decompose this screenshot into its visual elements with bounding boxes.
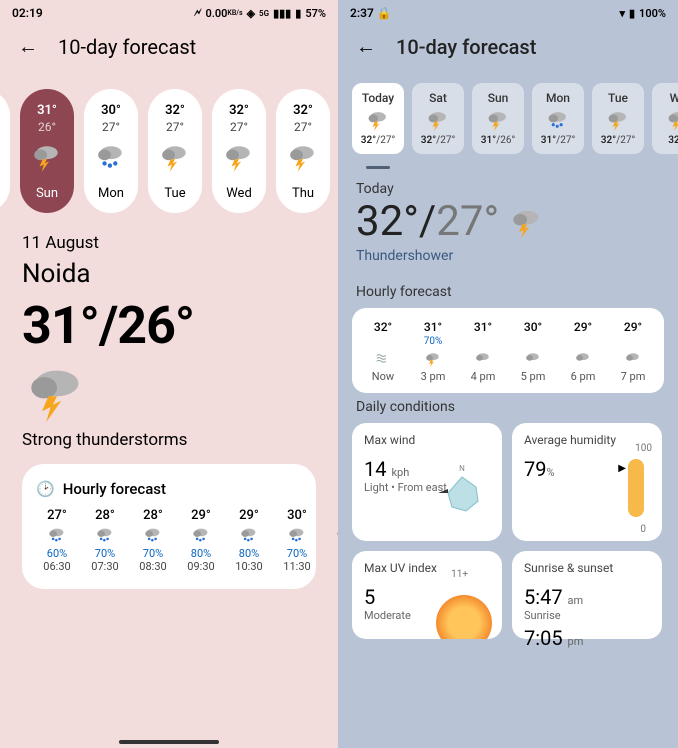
day-pill[interactable]: 32° 27° Thu xyxy=(276,89,330,213)
big-condition-icon xyxy=(509,206,545,238)
page-title: 10-day forecast xyxy=(58,35,196,59)
hour-column: 30° 70% 11:30 xyxy=(276,508,318,573)
max-wind-card[interactable]: Max wind 14 kph Light • From east N xyxy=(352,423,502,541)
day-card[interactable]: Sun 31°/26° xyxy=(472,83,524,154)
big-condition-icon xyxy=(0,362,338,430)
hour-column: 32° Now xyxy=(358,320,408,383)
hour-column: 31° 4 pm xyxy=(458,320,508,383)
day-pill[interactable]: 30° 27° Mon xyxy=(84,89,138,213)
clock-icon: 🕑 xyxy=(36,480,55,498)
day-pill[interactable]: 31° 26° Sun xyxy=(20,89,74,213)
hour-column: 29° 80% 10:30 xyxy=(228,508,270,573)
battery-icon: ▮ xyxy=(295,7,301,20)
hour-column: 30° 5 pm xyxy=(508,320,558,383)
svg-text:N: N xyxy=(459,464,465,473)
hour-column: 28° 70% 08:30 xyxy=(132,508,174,573)
big-temperature: 32°/27° xyxy=(356,197,499,246)
hourly-label: Hourly forecast xyxy=(63,480,166,498)
hourly-forecast-card[interactable]: 🕑 Hourly forecast 27° 60% 06:30 28° 70% … xyxy=(22,464,316,589)
today-label: Today xyxy=(338,169,678,197)
temp-lo: 27° xyxy=(102,120,120,134)
temp-hi: 32° xyxy=(293,103,313,118)
day-name: Tue xyxy=(164,186,185,201)
status-time: 2:37 xyxy=(350,6,374,20)
day-pill[interactable] xyxy=(0,89,10,213)
nav-handle[interactable] xyxy=(119,740,219,744)
hour-column: 31° 70% 3 pm xyxy=(408,320,458,383)
header: ← 10-day forecast xyxy=(338,22,678,73)
compass-icon: N xyxy=(434,463,490,519)
day-name: Today xyxy=(362,91,394,105)
page-title: 10-day forecast xyxy=(396,35,536,59)
wifi-icon: ◈ xyxy=(247,7,255,20)
temp-lo: 27° xyxy=(294,120,312,134)
day-name: Thu xyxy=(292,186,314,201)
day-card[interactable]: Sat 32°/27° xyxy=(412,83,464,154)
back-button[interactable]: ← xyxy=(356,34,376,59)
avg-humidity-card[interactable]: Average humidity 79% 100 ▶ 0 xyxy=(512,423,662,541)
day-name: Wed xyxy=(226,186,252,201)
hour-column: 29° 80% 09:30 xyxy=(180,508,222,573)
day-name: Sun xyxy=(36,186,58,201)
hour-column: 27° 60% 06:30 xyxy=(36,508,78,573)
day-name: Sat xyxy=(429,91,447,105)
day-forecast-strip[interactable]: Today 32°/27° Sat 32°/27° Sun 31°/26° Mo… xyxy=(338,73,678,162)
status-bar: 02:19 🗲 0.00KB/s ◈ 5G ▮▮▮ ▮ 57% xyxy=(0,0,338,22)
pointer-icon: ▶ xyxy=(618,463,626,474)
hour-column: 28° 70% 07:30 xyxy=(84,508,126,573)
day-name: We xyxy=(670,91,678,105)
temp-lo: 26° xyxy=(38,120,56,134)
temp-hi: 31° xyxy=(37,103,57,118)
signal-icon: ▮▮▮ xyxy=(273,7,291,20)
status-time: 02:19 xyxy=(12,6,43,20)
day-card[interactable]: We 32°/ xyxy=(652,83,678,154)
condition-label: Thundershower xyxy=(338,246,678,278)
day-name: Tue xyxy=(608,91,628,105)
max-uv-card[interactable]: Max UV index 11+ 5 Moderate xyxy=(352,551,502,639)
hourly-forecast-card[interactable]: 32° Now 31° 70% 3 pm 31° 4 pm 30° 5 pm 2… xyxy=(352,308,664,393)
day-name: Mon xyxy=(546,91,570,105)
hour-column: 29° 7 pm xyxy=(608,320,658,383)
temp-hi: 30° xyxy=(101,103,121,118)
city-label: Noida xyxy=(0,257,338,295)
temp-lo: 27° xyxy=(166,120,184,134)
sunrise-sunset-card[interactable]: Sunrise & sunset 5:47 am Sunrise 7:05 pm xyxy=(512,551,662,639)
condition-label: Strong thunderstorms xyxy=(0,430,338,464)
battery-icon: ▮ xyxy=(629,7,635,20)
date-label: 11 August xyxy=(0,231,338,257)
day-pill[interactable]: 32° 27° Tue xyxy=(148,89,202,213)
hour-column: 3 7 1 xyxy=(324,508,338,573)
day-card[interactable]: Tue 32°/27° xyxy=(592,83,644,154)
header: ← 10-day forecast xyxy=(0,22,338,73)
status-bar: 2:37 🔒 ▾ ▮ 100% xyxy=(338,0,678,22)
hourly-label: Hourly forecast xyxy=(338,278,678,308)
status-icons: 🗲 0.00KB/s ◈ 5G ▮▮▮ ▮ 57% xyxy=(194,6,326,20)
day-card[interactable]: Today 32°/27° xyxy=(352,83,404,154)
daily-conditions-label: Daily conditions xyxy=(338,393,678,423)
humidity-bar-icon xyxy=(628,459,644,517)
daily-conditions-grid: Max wind 14 kph Light • From east N Aver… xyxy=(338,423,678,649)
bluetooth-icon: 🗲 xyxy=(194,6,201,20)
day-name: Sun xyxy=(488,91,509,105)
day-name: Mon xyxy=(98,186,124,201)
left-screenshot: 02:19 🗲 0.00KB/s ◈ 5G ▮▮▮ ▮ 57% ← 10-day… xyxy=(0,0,338,748)
dnd-icon: 🔒 xyxy=(377,6,392,20)
day-card[interactable]: Mon 31°/27° xyxy=(532,83,584,154)
right-screenshot: 2:37 🔒 ▾ ▮ 100% ← 10-day forecast Today … xyxy=(338,0,678,748)
hour-column: 29° 6 pm xyxy=(558,320,608,383)
temp-hi: 32° xyxy=(165,103,185,118)
volte-icon: 5G xyxy=(259,9,269,18)
wifi-icon: ▾ xyxy=(619,7,625,20)
day-forecast-strip[interactable]: 31° 26° Sun 30° 27° Mon 32° 27° Tue 32° … xyxy=(0,73,338,231)
day-pill[interactable]: 32° 27° Wed xyxy=(212,89,266,213)
big-temperature: 31°/26° xyxy=(0,295,338,362)
temp-hi: 32° xyxy=(229,103,249,118)
back-button[interactable]: ← xyxy=(18,34,38,59)
temp-lo: 27° xyxy=(230,120,248,134)
